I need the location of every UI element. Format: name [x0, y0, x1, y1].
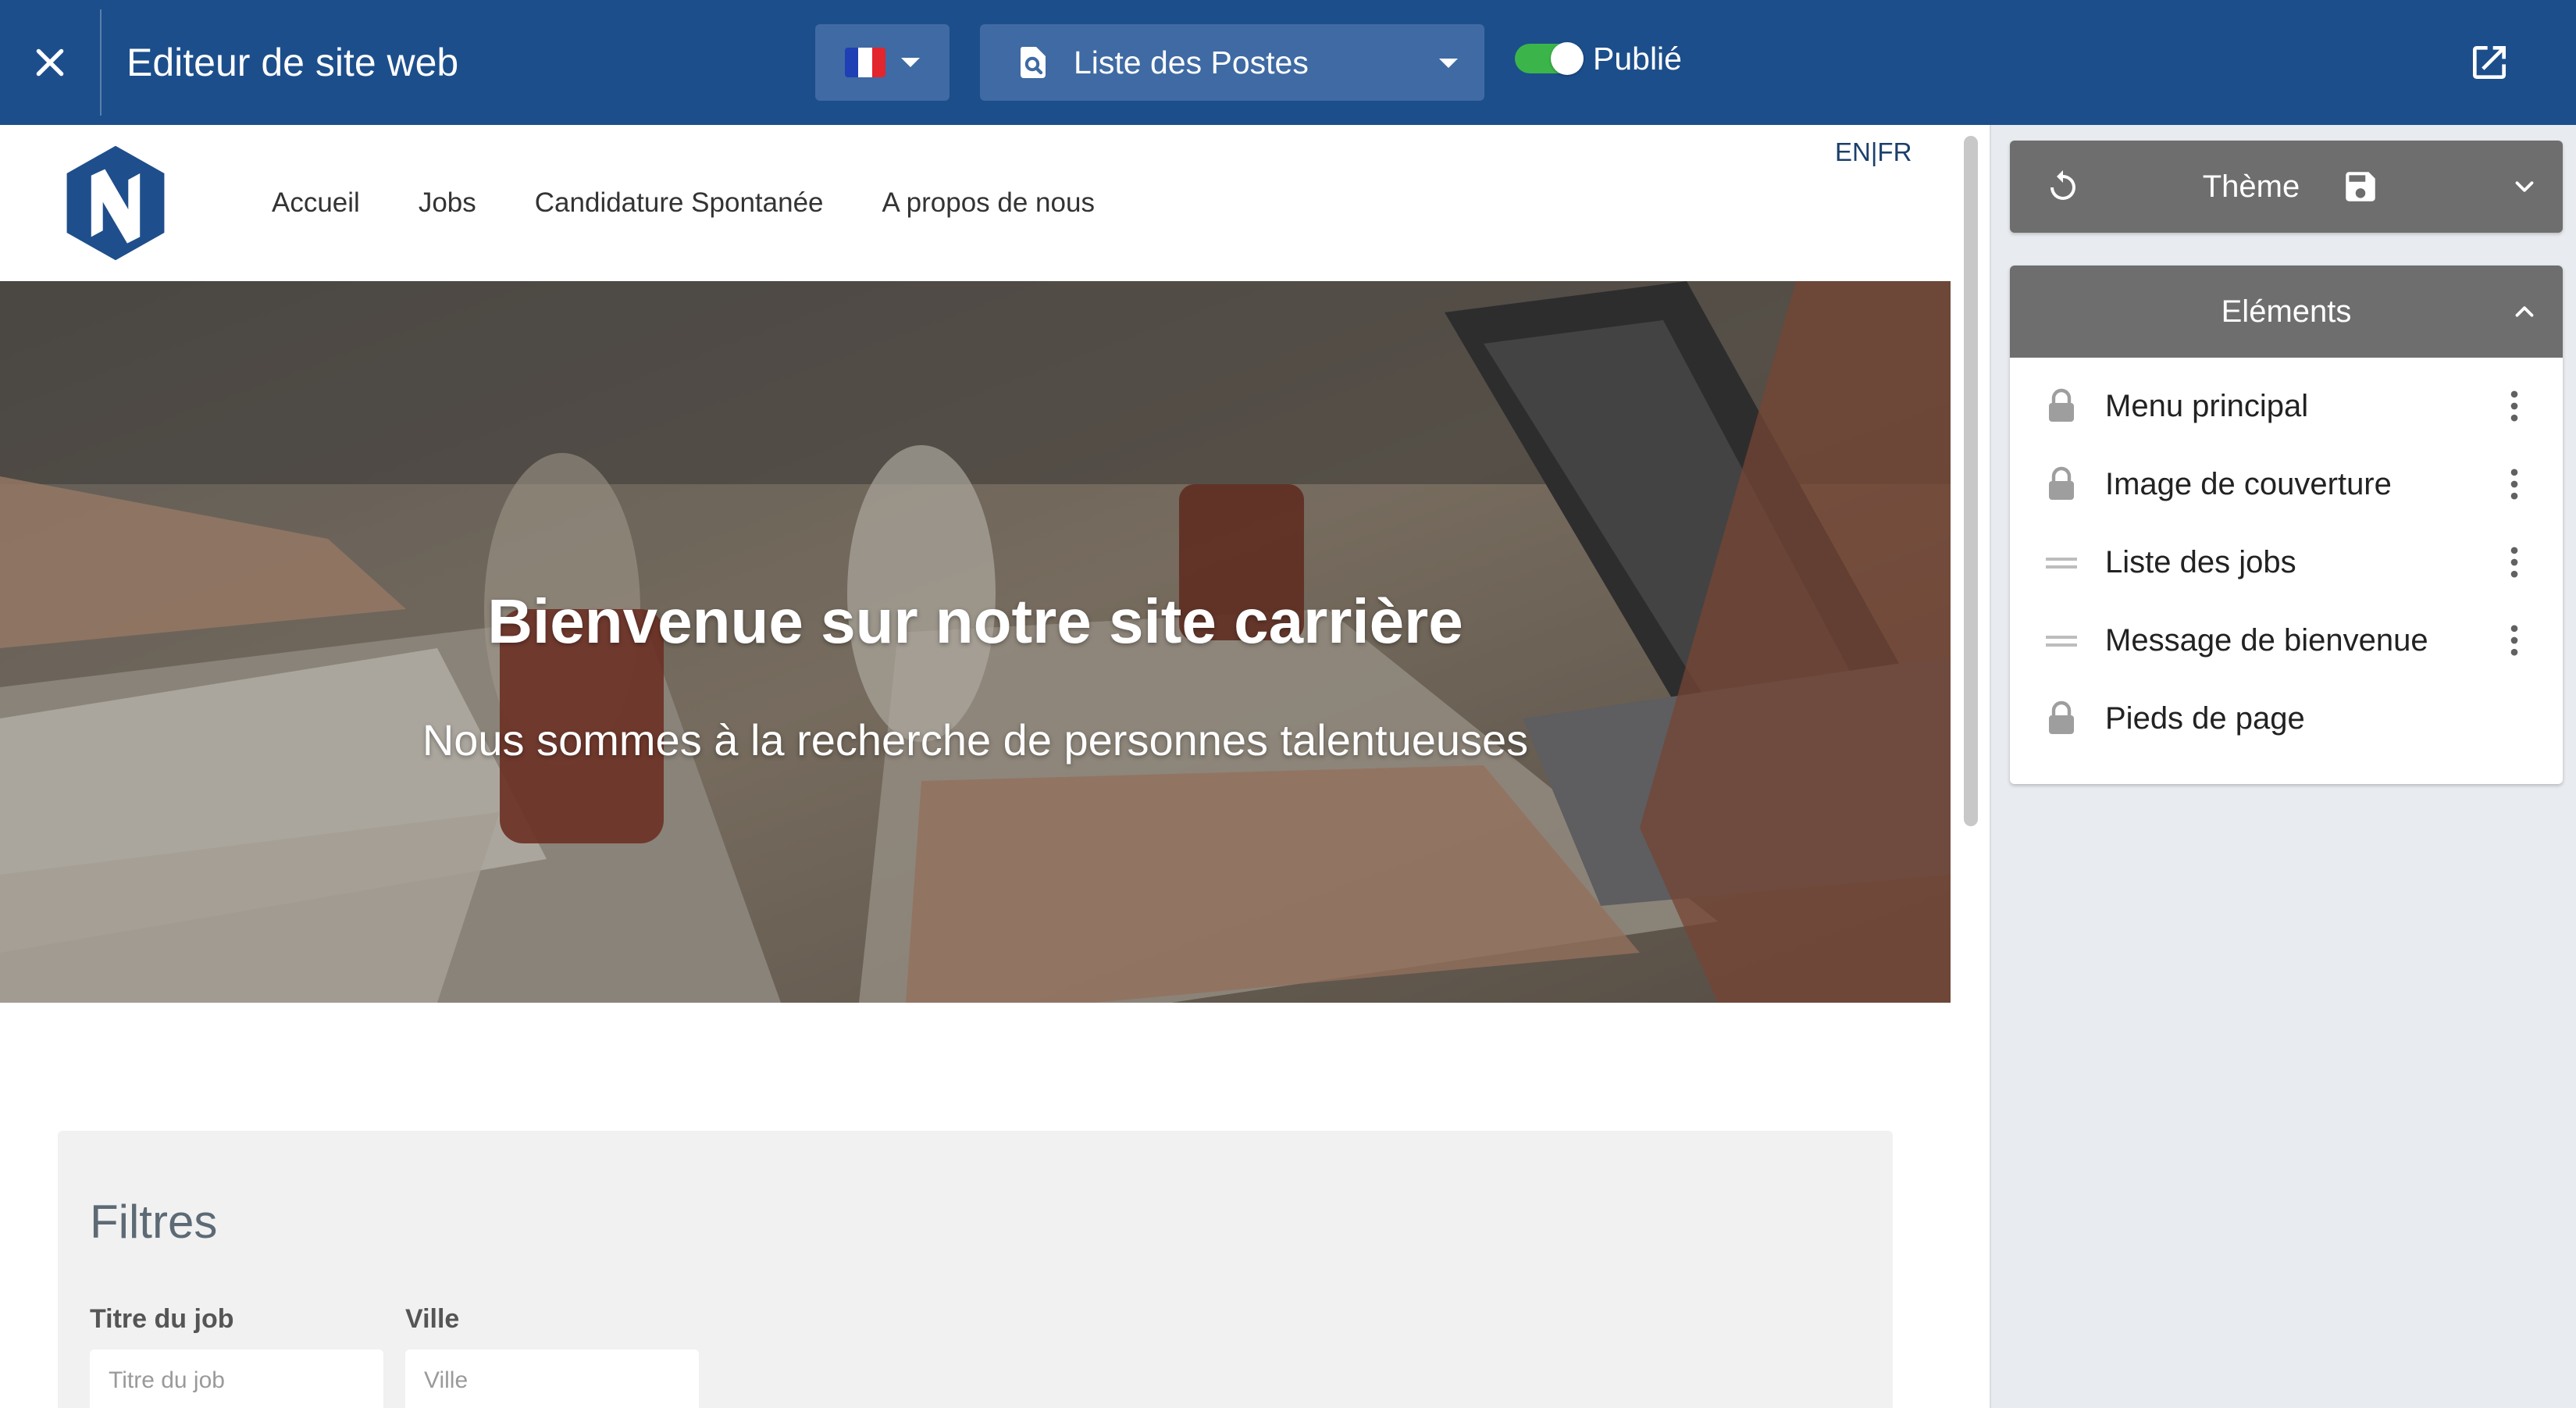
more-vert-icon[interactable]	[2494, 620, 2535, 661]
hero-subtitle: Nous sommes à la recherche de personnes …	[422, 715, 1529, 765]
hero-title: Bienvenue sur notre site carrière	[487, 586, 1463, 656]
filters-title: Filtres	[90, 1196, 218, 1248]
editor-toolbar: Editeur de site web Liste des Postes Pub…	[0, 0, 2576, 125]
chevron-down-icon	[2515, 181, 2534, 192]
site-nav: Accueil Jobs Candidature Spontanée A pro…	[272, 125, 1095, 281]
job-title-label: Titre du job	[90, 1304, 234, 1334]
drag-handle-icon[interactable]	[2043, 622, 2080, 659]
open-external-icon[interactable]	[2467, 41, 2511, 84]
drag-handle-icon[interactable]	[2043, 544, 2080, 581]
app-title: Editeur de site web	[126, 41, 459, 84]
site-preview: Accueil Jobs Candidature Spontanée A pro…	[0, 125, 1990, 1408]
published-label: Publié	[1593, 41, 1682, 77]
lang-fr-link[interactable]: FR	[1877, 137, 1912, 166]
element-label: Liste des jobs	[2105, 545, 2296, 579]
filters-panel: Filtres Titre du job Ville	[58, 1131, 1893, 1408]
element-pieds-de-page[interactable]: Pieds de page	[2010, 679, 2563, 757]
preview-scrollbar-thumb[interactable]	[1964, 136, 1978, 826]
save-icon[interactable]	[2341, 167, 2380, 206]
job-title-input[interactable]	[90, 1349, 383, 1408]
element-message-bienvenue[interactable]: Message de bienvenue	[2010, 601, 2563, 679]
elements-card: Eléments Menu principal Image de couvert…	[2010, 266, 2563, 784]
more-vert-icon[interactable]	[2494, 542, 2535, 583]
caret-down-icon	[1439, 59, 1458, 68]
toolbar-divider	[100, 9, 102, 116]
lock-icon	[2049, 388, 2074, 422]
close-button[interactable]	[0, 0, 100, 125]
theme-section-header[interactable]: Thème	[2010, 141, 2563, 233]
nav-link-candidature[interactable]: Candidature Spontanée	[535, 187, 824, 219]
element-image-couverture[interactable]: Image de couverture	[2010, 445, 2563, 523]
more-vert-icon[interactable]	[2494, 464, 2535, 504]
elements-section-header[interactable]: Eléments	[2010, 266, 2563, 358]
close-icon	[36, 48, 64, 77]
nav-link-accueil[interactable]: Accueil	[272, 187, 360, 219]
theme-label: Thème	[2202, 169, 2300, 204]
language-switch: EN|FR	[1835, 137, 1912, 167]
fr-flag-icon	[845, 48, 885, 77]
page-select[interactable]: Liste des Postes	[980, 24, 1484, 101]
chevron-up-icon	[2515, 306, 2534, 317]
editor-panel: Thème Eléments Menu principal Image de c…	[1990, 125, 2576, 1408]
site-logo	[66, 145, 165, 261]
element-menu-principal[interactable]: Menu principal	[2010, 367, 2563, 445]
site-header: Accueil Jobs Candidature Spontanée A pro…	[0, 125, 1952, 281]
nav-link-jobs[interactable]: Jobs	[419, 187, 476, 219]
element-label: Menu principal	[2105, 389, 2309, 423]
nav-link-a-propos[interactable]: A propos de nous	[882, 187, 1095, 219]
published-toggle[interactable]	[1515, 41, 1584, 77]
city-input[interactable]	[405, 1349, 699, 1408]
element-label: Message de bienvenue	[2105, 623, 2428, 658]
lock-icon	[2049, 700, 2074, 734]
element-label: Pieds de page	[2105, 701, 2305, 736]
lang-en-link[interactable]: EN	[1835, 137, 1871, 166]
page-select-label: Liste des Postes	[1074, 45, 1309, 80]
toggle-knob	[1551, 42, 1584, 75]
find-in-page-icon	[1020, 47, 1046, 78]
city-label: Ville	[405, 1304, 460, 1334]
language-select[interactable]	[815, 24, 950, 101]
cover-image: Bienvenue sur notre site carrière Nous s…	[0, 281, 1951, 1003]
element-liste-jobs[interactable]: Liste des jobs	[2010, 523, 2563, 601]
element-label: Image de couverture	[2105, 467, 2392, 501]
elements-label: Eléments	[2221, 294, 2352, 329]
more-vert-icon[interactable]	[2494, 386, 2535, 426]
caret-down-icon	[901, 58, 920, 67]
lock-icon	[2049, 466, 2074, 500]
